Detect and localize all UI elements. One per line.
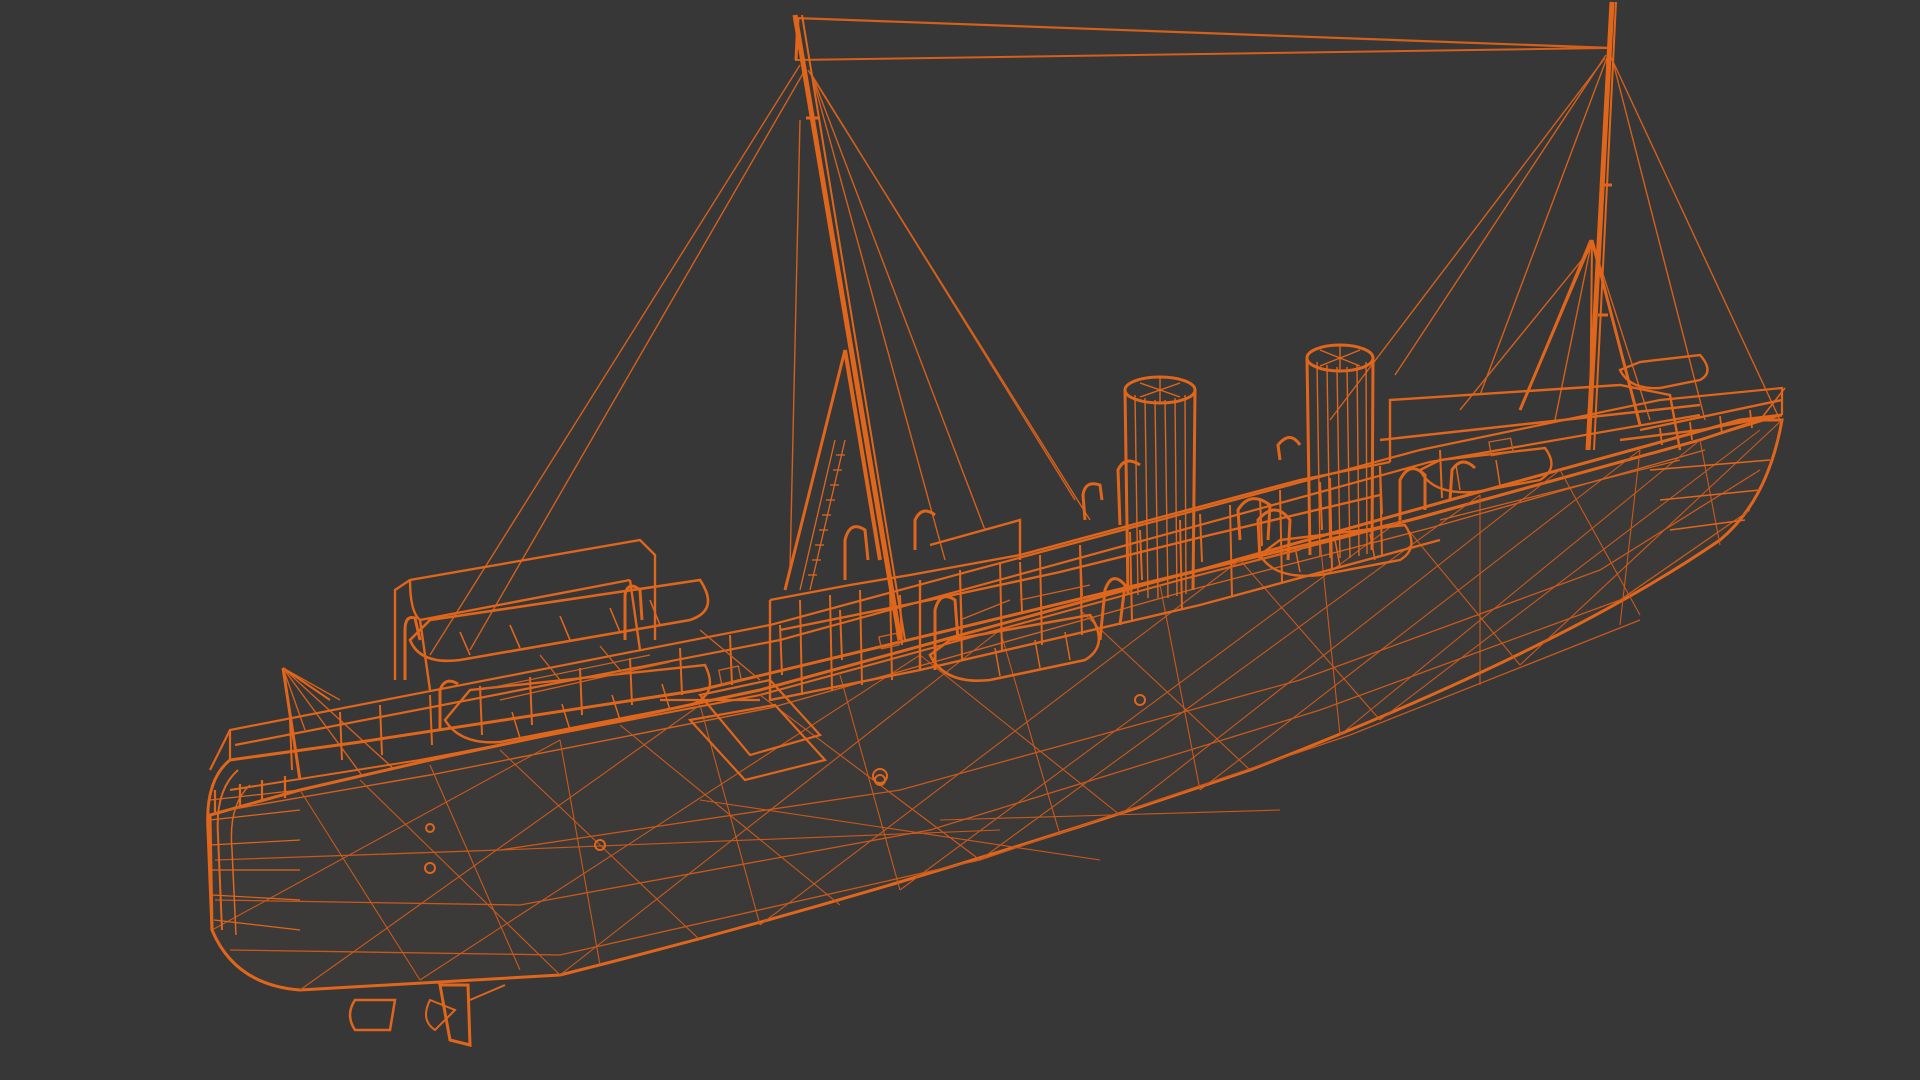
wireframe-render: [206, 1, 1786, 1047]
funnel-aft: [1123, 375, 1197, 599]
3d-viewport[interactable]: [0, 0, 1920, 1080]
main-mast: [1518, 1, 1642, 451]
